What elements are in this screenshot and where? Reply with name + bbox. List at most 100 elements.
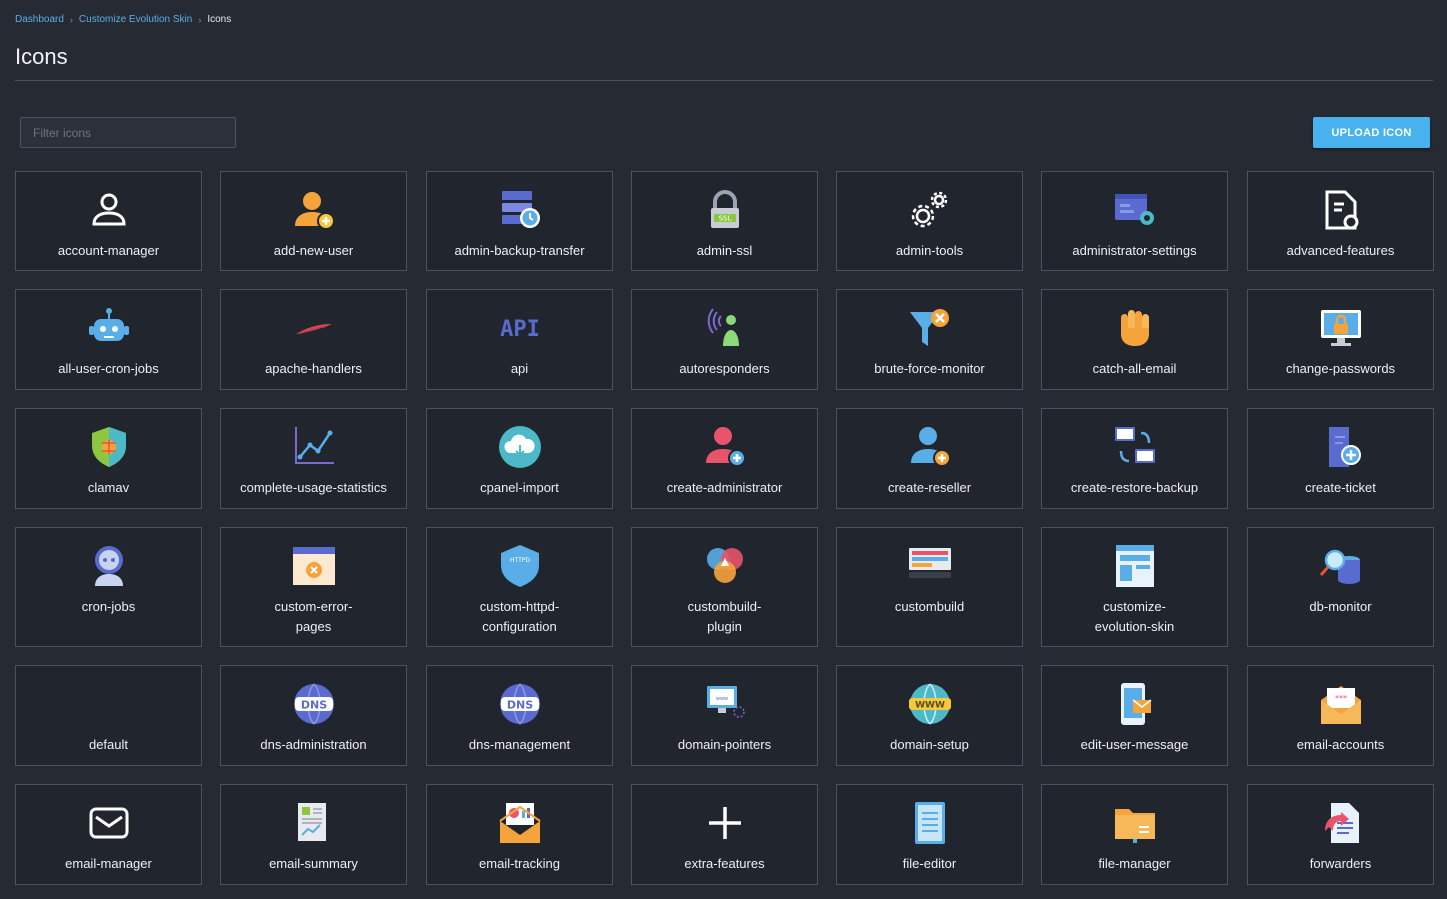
icon-card-admin-ssl[interactable]: SSL admin-ssl [631,171,818,271]
icon-card-label: admin-tools [895,243,964,258]
svg-text:SSL: SSL [718,215,731,223]
icon-card-label: add-new-user [273,243,354,258]
icon-card-label: email-accounts [1296,737,1385,752]
icon-card-custombuild[interactable]: custombuild [836,527,1023,647]
icon-card-customize-evolution-skin[interactable]: customize-evolution-skin [1041,527,1228,647]
icon-card-api[interactable]: API api [426,289,613,390]
icon-card-label: apache-handlers [265,361,362,376]
icon-card-db-monitor[interactable]: db-monitor [1247,527,1434,647]
icon-card-label: clamav [87,480,130,495]
dns-globe-icon: DNS [496,680,544,728]
envelope-letter-icon: *** [1317,680,1365,728]
title-divider [15,80,1433,81]
icon-card-email-summary[interactable]: email-summary [220,784,407,885]
icon-card-admin-backup-transfer[interactable]: admin-backup-transfer [426,171,613,271]
icon-card-label: admin-backup-transfer [454,243,585,258]
httpd-shield-icon: HTTPD [496,542,544,590]
icon-card-dns-management[interactable]: DNS dns-management [426,665,613,766]
icon-card-label: create-administrator [666,480,783,495]
icon-card-email-tracking[interactable]: email-tracking [426,784,613,885]
funnel-x-icon [906,304,954,352]
upload-icon-button[interactable]: UPLOAD ICON [1313,117,1430,148]
icon-card-label: create-reseller [887,480,972,495]
icon-card-label: cron-jobs [81,599,136,614]
chevron-right-icon: › [69,14,73,25]
icon-card-label: custom-error-pages [274,599,353,634]
icon-card-extra-features[interactable]: extra-features [631,784,818,885]
filter-icons-input[interactable] [20,117,236,148]
icon-card-label: custombuild [894,599,965,614]
icon-card-clamav[interactable]: clamav [15,408,202,509]
icon-card-label: db-monitor [1309,599,1372,614]
icon-card-brute-force-monitor[interactable]: brute-force-monitor [836,289,1023,390]
icon-card-cron-jobs[interactable]: cron-jobs [15,527,202,647]
icon-card-label: default [88,737,129,752]
page-title: Icons [15,44,68,69]
icon-card-label: extra-features [684,856,765,871]
color-circles-icon [701,542,749,590]
icon-card-label: custom-httpd-configuration [479,599,560,634]
icon-card-label: autoresponders [679,361,770,376]
file-lines-icon [906,799,954,847]
icon-card-all-user-cron-jobs[interactable]: all-user-cron-jobs [15,289,202,390]
person-signal-icon [701,304,749,352]
icon-card-apache-handlers[interactable]: apache-handlers [220,289,407,390]
database-search-icon [1317,542,1365,590]
envelope-outline-icon [85,799,133,847]
icon-card-admin-tools[interactable]: admin-tools [836,171,1023,271]
icon-card-file-manager[interactable]: file-manager [1041,784,1228,885]
ticket-add-icon [1317,423,1365,471]
shield-bug-icon [85,423,133,471]
breadcrumb-link-dashboard[interactable]: Dashboard [15,14,64,25]
icon-card-domain-setup[interactable]: WWW domain-setup [836,665,1023,766]
icon-card-catch-all-email[interactable]: catch-all-email [1041,289,1228,390]
cloud-icon [496,423,544,471]
icon-card-autoresponders[interactable]: autoresponders [631,289,818,390]
icon-card-default[interactable]: default [15,665,202,766]
icon-card-create-restore-backup[interactable]: create-restore-backup [1041,408,1228,509]
icon-card-add-new-user[interactable]: add-new-user [220,171,407,271]
icon-card-account-manager[interactable]: account-manager [15,171,202,271]
report-icon [290,799,338,847]
envelope-chart-icon [496,799,544,847]
icon-card-cpanel-import[interactable]: cpanel-import [426,408,613,509]
line-chart-icon [290,423,338,471]
icon-card-label: create-ticket [1305,480,1376,495]
icon-card-custom-httpd-configuration[interactable]: HTTPD custom-httpd-configuration [426,527,613,647]
svg-text:API: API [500,317,540,342]
icon-card-email-accounts[interactable]: *** email-accounts [1247,665,1434,766]
chevron-right-icon: › [198,14,202,25]
icon-card-label: edit-user-message [1080,737,1189,752]
icon-card-create-reseller[interactable]: create-reseller [836,408,1023,509]
icon-card-label: complete-usage-statistics [240,480,387,495]
icon-card-file-editor[interactable]: file-editor [836,784,1023,885]
icon-card-label: email-tracking [479,856,560,871]
icon-card-advanced-features[interactable]: advanced-features [1247,171,1434,271]
hand-icon [1111,304,1159,352]
svg-text:DNS: DNS [300,699,326,712]
icon-card-change-passwords[interactable]: change-passwords [1247,289,1434,390]
icon-card-create-ticket[interactable]: create-ticket [1247,408,1434,509]
icon-card-custom-error-pages[interactable]: custom-error-pages [220,527,407,647]
icon-card-label: dns-administration [260,737,367,752]
document-gear-icon [1317,186,1365,234]
icon-card-complete-usage-statistics[interactable]: complete-usage-statistics [220,408,407,509]
icon-card-custombuild-plugin[interactable]: custombuild-plugin [631,527,818,647]
icon-card-administrator-settings[interactable]: administrator-settings [1041,171,1228,271]
breadcrumb-current: Icons [207,14,232,25]
api-text-icon: API [496,304,544,352]
icon-card-label: catch-all-email [1092,361,1177,376]
icon-card-forwarders[interactable]: forwarders [1247,784,1434,885]
icon-card-dns-administration[interactable]: DNS dns-administration [220,665,407,766]
layout-icon [1111,542,1159,590]
icon-card-email-manager[interactable]: email-manager [15,784,202,885]
icon-card-edit-user-message[interactable]: edit-user-message [1041,665,1228,766]
robot-icon [85,304,133,352]
icon-card-domain-pointers[interactable]: www domain-pointers [631,665,818,766]
icon-card-label: email-summary [269,856,358,871]
icon-card-label: cpanel-import [480,480,559,495]
icon-card-create-administrator[interactable]: create-administrator [631,408,818,509]
phone-mail-icon [1111,680,1159,728]
breadcrumb-link-customize-evolution-skin[interactable]: Customize Evolution Skin [79,14,192,25]
icon-card-label: file-manager [1098,856,1171,871]
